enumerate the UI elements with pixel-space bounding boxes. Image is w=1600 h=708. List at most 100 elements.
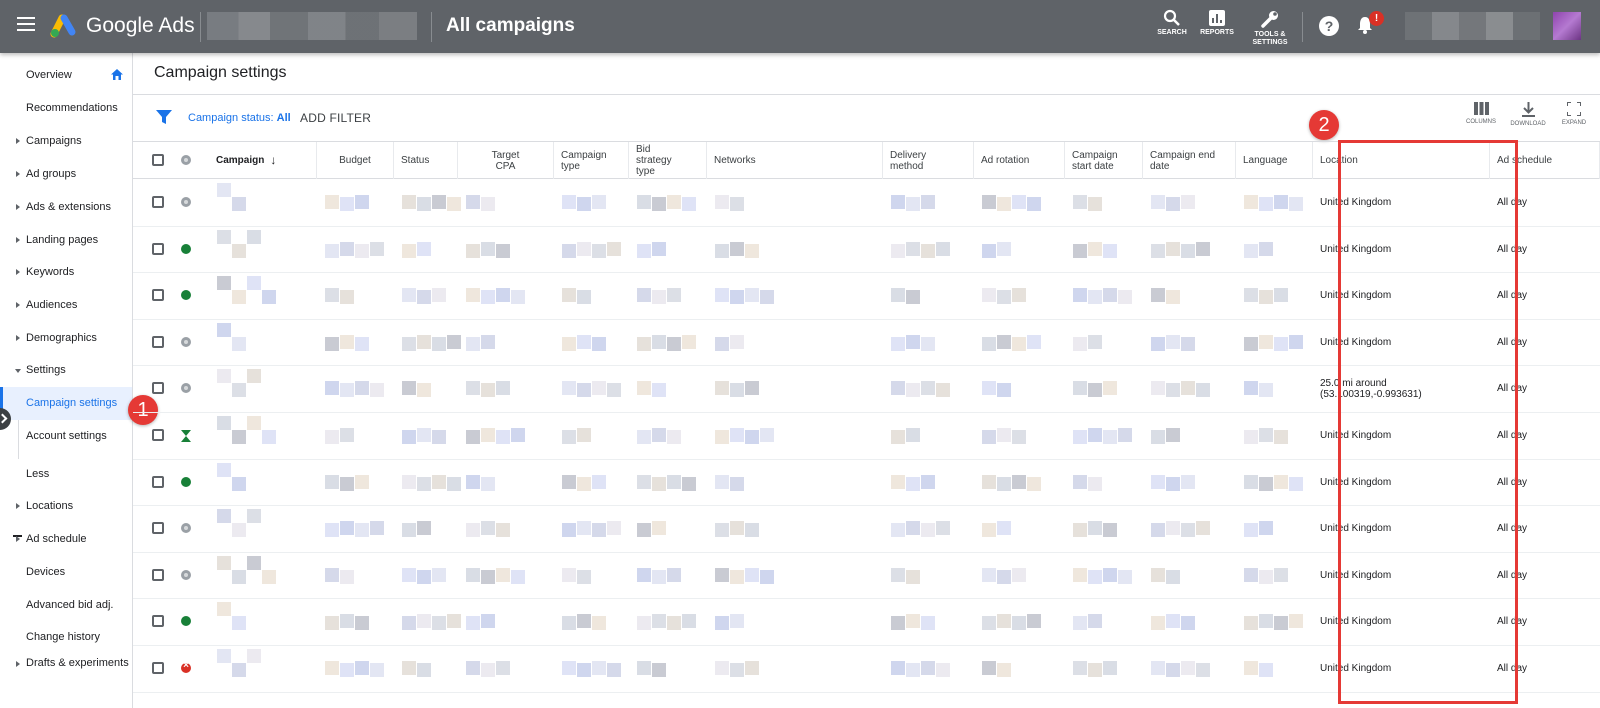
status-enabled-icon[interactable] — [181, 476, 191, 487]
location-column-highlight — [1338, 140, 1518, 704]
column-header-language[interactable]: Language — [1236, 142, 1313, 179]
redacted-cell — [997, 569, 1011, 584]
row-checkbox[interactable] — [152, 382, 164, 395]
sidebar-item-label: Campaign settings — [26, 397, 118, 409]
column-header-campaign-end-date[interactable]: Campaign end date — [1143, 142, 1236, 179]
hamburger-menu-icon[interactable] — [17, 17, 35, 35]
redacted-cell — [262, 569, 276, 584]
add-filter-button[interactable]: ADD FILTER — [300, 111, 371, 125]
status-removed-icon[interactable] — [181, 660, 191, 673]
status-paused-icon[interactable] — [181, 569, 191, 580]
column-header-target-cpa[interactable]: Target CPA — [458, 142, 554, 179]
download-button[interactable]: DOWNLOAD — [1506, 102, 1550, 127]
redacted-cell — [466, 381, 480, 396]
column-header-delivery-method[interactable]: Delivery method — [883, 142, 974, 179]
redacted-cell — [921, 616, 935, 631]
redacted-cell — [432, 336, 446, 351]
reports-button[interactable]: REPORTS — [1192, 9, 1242, 37]
expand-button[interactable]: EXPAND — [1552, 102, 1596, 126]
filter-icon[interactable] — [156, 110, 172, 125]
status-header-icon[interactable] — [181, 155, 191, 165]
redacted-cell — [1196, 241, 1210, 256]
columns-button[interactable]: COLUMNS — [1459, 102, 1503, 125]
search-button[interactable]: SEARCH — [1147, 9, 1197, 37]
redacted-cell — [432, 616, 446, 631]
status-enabled-icon[interactable] — [181, 290, 191, 301]
column-header-label: Ad rotation — [981, 155, 1030, 166]
sort-descending-icon[interactable]: ↓ — [270, 154, 276, 166]
status-paused-icon[interactable] — [181, 523, 191, 534]
column-header-campaign[interactable]: Campaign ↓ — [209, 142, 317, 179]
sidebar-item-settings[interactable]: Settings — [0, 354, 132, 387]
redacted-cell — [1166, 290, 1180, 305]
row-checkbox[interactable] — [152, 568, 164, 581]
column-header-bid-strategy-type[interactable]: Bid strategy type — [629, 142, 707, 179]
row-checkbox[interactable] — [152, 662, 164, 674]
sidebar-item-change-history[interactable]: Change history — [0, 621, 132, 654]
status-paused-icon[interactable] — [181, 197, 191, 207]
sidebar-item-label: Change history — [26, 631, 100, 643]
sidebar-item-demographics[interactable]: Demographics — [0, 322, 132, 355]
row-checkbox[interactable] — [152, 335, 164, 348]
redacted-cell — [997, 428, 1011, 442]
sidebar-item-advanced-bid-adj[interactable]: Advanced bid adj. — [0, 589, 132, 622]
row-checkbox[interactable] — [152, 242, 164, 255]
column-header-networks[interactable]: Networks — [707, 142, 883, 179]
account-name-redacted[interactable] — [207, 12, 417, 40]
row-checkbox[interactable] — [152, 522, 164, 535]
redacted-cell — [402, 288, 416, 303]
sidebar-item-ads-extensions[interactable]: Ads & extensions — [0, 191, 132, 224]
sidebar-item-account-settings[interactable]: Account settings — [0, 420, 132, 453]
sidebar-item-audiences[interactable]: Audiences — [0, 289, 132, 322]
row-checkbox[interactable] — [152, 289, 164, 302]
sidebar-item-landing-pages[interactable]: Landing pages — [0, 224, 132, 257]
redacted-cell — [982, 474, 996, 489]
sidebar-item-drafts-experiments[interactable]: Drafts & experiments — [0, 654, 132, 694]
redacted-cell — [730, 663, 744, 677]
redacted-cell — [340, 428, 354, 442]
redacted-cell — [340, 290, 354, 305]
column-header-ad-rotation[interactable]: Ad rotation — [974, 142, 1065, 179]
sidebar-item-campaigns[interactable]: Campaigns — [0, 125, 132, 158]
status-enabled-icon[interactable] — [181, 243, 191, 254]
brand-name[interactable]: Google Ads — [86, 14, 195, 38]
sidebar-item-recommendations[interactable]: Recommendations — [0, 92, 132, 125]
sidebar-item-less[interactable]: Less — [0, 458, 132, 491]
sidebar-item-ad-schedule[interactable]: Ad schedule — [0, 523, 132, 556]
sidebar-item-overview[interactable]: Overview — [0, 59, 132, 92]
sidebar-item-keywords[interactable]: Keywords — [0, 256, 132, 289]
sidebar-item-campaign-settings[interactable]: Campaign settings — [0, 387, 132, 420]
status-pending-icon[interactable] — [181, 430, 191, 442]
avatar[interactable] — [1553, 12, 1581, 40]
redacted-cell — [715, 430, 729, 444]
row-checkbox[interactable] — [152, 196, 164, 208]
column-header-campaign-type[interactable]: Campaign type — [554, 142, 629, 179]
search-icon — [1163, 9, 1180, 26]
redacted-cell — [730, 383, 744, 398]
column-header-budget[interactable]: Budget — [317, 142, 394, 179]
status-paused-icon[interactable] — [181, 383, 191, 394]
redacted-cell — [1073, 474, 1087, 489]
row-checkbox[interactable] — [152, 615, 164, 628]
status-enabled-icon[interactable] — [181, 616, 191, 627]
select-all-checkbox[interactable] — [152, 154, 164, 166]
help-icon[interactable]: ? — [1319, 16, 1339, 36]
expand-label: EXPAND — [1561, 120, 1587, 126]
row-checkbox[interactable] — [152, 429, 164, 441]
row-checkbox[interactable] — [152, 475, 164, 488]
redacted-cell — [982, 661, 996, 675]
column-header-status[interactable]: Status — [394, 142, 458, 179]
sidebar-item-ad-groups[interactable]: Ad groups — [0, 158, 132, 191]
column-header-label: Campaign type — [561, 149, 607, 172]
column-header-campaign-start-date[interactable]: Campaign start date — [1065, 142, 1143, 179]
user-email-redacted[interactable] — [1405, 12, 1540, 40]
sidebar-item-devices[interactable]: Devices — [0, 556, 132, 589]
tools-settings-button[interactable]: TOOLS & SETTINGS — [1243, 9, 1297, 47]
campaign-status-filter[interactable]: Campaign status: All — [188, 112, 291, 124]
caret-right-icon — [16, 237, 20, 243]
redacted-cell — [217, 462, 231, 477]
redacted-cell — [355, 474, 369, 489]
status-paused-icon[interactable] — [181, 336, 191, 347]
redacted-cell — [730, 334, 744, 349]
sidebar-item-locations[interactable]: Locations — [0, 490, 132, 523]
